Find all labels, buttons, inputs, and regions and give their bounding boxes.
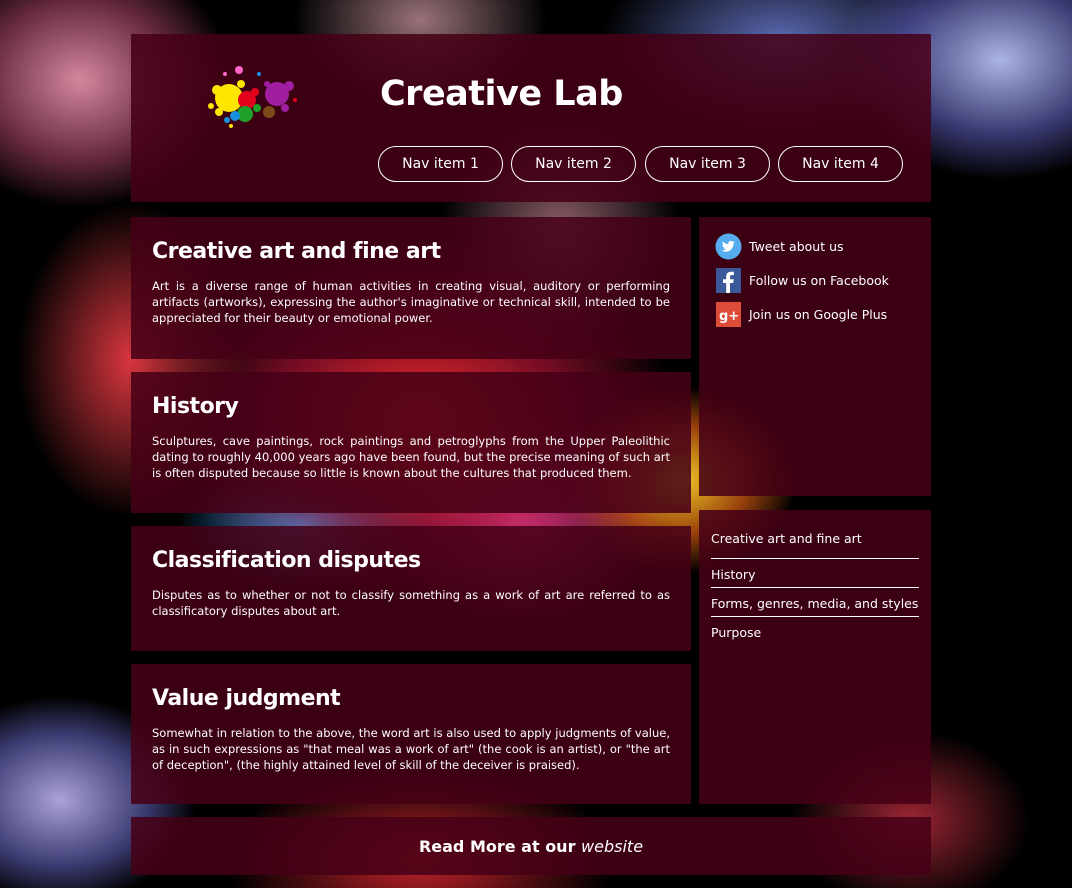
footer-text: Read More at our website: [419, 837, 643, 856]
toc-item-history[interactable]: History: [711, 559, 919, 588]
google-plus-icon: g+: [715, 301, 742, 328]
table-of-contents: Creative art and fine art History Forms,…: [699, 510, 931, 804]
tweet-link[interactable]: Tweet about us: [715, 233, 931, 260]
nav-item-4[interactable]: Nav item 4: [778, 146, 903, 182]
article-body: Art is a diverse range of human activiti…: [152, 279, 670, 325]
article-history: History Sculptures, cave paintings, rock…: [131, 372, 691, 513]
article-body: Sculptures, cave paintings, rock paintin…: [152, 434, 670, 480]
social-label: Join us on Google Plus: [749, 307, 888, 322]
site-header: Creative Lab Nav item 1 Nav item 2 Nav i…: [131, 34, 931, 202]
article-title: Value judgment: [152, 686, 341, 711]
toc-item-forms[interactable]: Forms, genres, media, and styles: [711, 588, 919, 617]
article-value-judgment: Value judgment Somewhat in relation to t…: [131, 664, 691, 804]
facebook-icon: [715, 267, 742, 294]
article-title: Classification disputes: [152, 548, 421, 573]
site-title: Creative Lab: [380, 74, 623, 114]
footer-prefix: Read More at our: [418, 836, 576, 856]
facebook-link[interactable]: Follow us on Facebook: [715, 267, 931, 294]
nav-item-2[interactable]: Nav item 2: [511, 146, 636, 182]
paint-splash-logo: [208, 66, 297, 128]
toc-item-creative-art[interactable]: Creative art and fine art: [711, 530, 919, 559]
footer: Read More at our website: [131, 817, 931, 875]
website-link[interactable]: website: [581, 837, 643, 856]
social-label: Follow us on Facebook: [749, 273, 889, 288]
nav-item-3[interactable]: Nav item 3: [645, 146, 770, 182]
social-links-panel: Tweet about us Follow us on Facebook g+ …: [699, 217, 931, 496]
article-body: Disputes as to whether or not to classif…: [152, 588, 670, 618]
article-title: Creative art and fine art: [152, 239, 441, 264]
nav-item-1[interactable]: Nav item 1: [378, 146, 503, 182]
toc-item-purpose[interactable]: Purpose: [711, 617, 919, 646]
article-body: Somewhat in relation to the above, the w…: [152, 726, 670, 772]
twitter-icon: [715, 233, 742, 260]
article-classification-disputes: Classification disputes Disputes as to w…: [131, 526, 691, 651]
social-label: Tweet about us: [749, 239, 844, 254]
article-title: History: [152, 394, 239, 419]
article-creative-art: Creative art and fine art Art is a diver…: [131, 217, 691, 359]
svg-text:g+: g+: [719, 309, 739, 324]
google-plus-link[interactable]: g+ Join us on Google Plus: [715, 301, 931, 328]
